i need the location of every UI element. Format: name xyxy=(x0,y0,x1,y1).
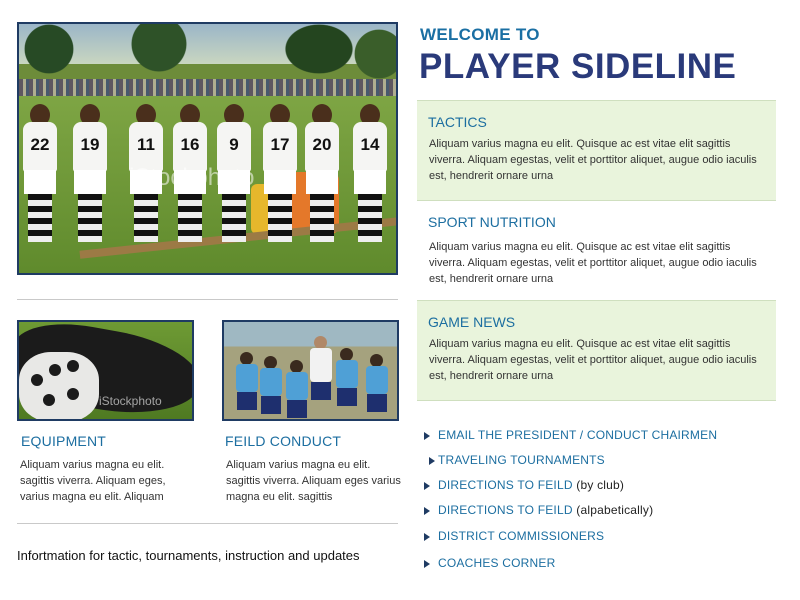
panel-game-news: GAME NEWS Aliquam varius magna eu elit. … xyxy=(417,300,776,401)
link-district-commissioners[interactable]: DISTRICT COMMISSIONERS xyxy=(424,529,604,543)
panel-title[interactable]: SPORT NUTRITION xyxy=(428,214,556,230)
link-note: (by club) xyxy=(576,478,625,492)
feild-conduct-photo[interactable] xyxy=(222,320,399,421)
arrow-right-icon xyxy=(424,481,430,490)
arrow-right-icon xyxy=(424,431,430,440)
jersey-number: 17 xyxy=(263,122,297,172)
watermark: iStockphoto xyxy=(129,164,255,191)
divider xyxy=(17,523,398,524)
panel-title[interactable]: GAME NEWS xyxy=(428,314,515,330)
jersey-number: 14 xyxy=(353,122,387,172)
link-directions-by-club[interactable]: DIRECTIONS TO FEILD (by club) xyxy=(424,478,624,492)
cleat-sole xyxy=(19,352,99,419)
panel-text: Aliquam varius magna eu elit. Quisque ac… xyxy=(429,241,757,285)
panel-title[interactable]: TACTICS xyxy=(428,114,487,130)
link-directions-alphabetically[interactable]: DIRECTIONS TO FEILD (alpabetically) xyxy=(424,503,653,517)
hero-photo: 22 19 11 16 9 17 20 14 iStockphoto xyxy=(17,22,398,275)
jersey-number: 22 xyxy=(23,122,57,172)
link-coaches-corner[interactable]: COACHES CORNER xyxy=(424,556,555,570)
equipment-photo[interactable]: iStockphoto xyxy=(17,320,194,421)
link-traveling-tournaments[interactable]: TRAVELING TOURNAMENTS xyxy=(429,453,605,467)
feild-conduct-text: Aliquam varius magna eu elit. sagittis v… xyxy=(226,459,401,503)
equipment-text: Aliquam varius magna eu elit. sagittis v… xyxy=(20,459,166,503)
link-label[interactable]: EMAIL THE PRESIDENT / CONDUCT CHAIRMEN xyxy=(438,428,717,442)
link-label[interactable]: TRAVELING TOURNAMENTS xyxy=(438,453,605,467)
link-label[interactable]: DISTRICT COMMISSIONERS xyxy=(438,529,604,543)
arrow-right-icon xyxy=(424,506,430,515)
jersey-number: 19 xyxy=(73,122,107,172)
equipment-title[interactable]: EQUIPMENT xyxy=(21,433,106,449)
panel-sport-nutrition: SPORT NUTRITION Aliquam varius magna eu … xyxy=(417,201,776,300)
jersey-number: 20 xyxy=(305,122,339,172)
welcome-heading: WELCOME TO xyxy=(420,25,540,44)
link-label[interactable]: DIRECTIONS TO FEILD xyxy=(438,503,573,517)
watermark: iStockphoto xyxy=(99,394,162,408)
arrow-right-icon xyxy=(424,559,430,568)
feild-conduct-title[interactable]: FEILD CONDUCT xyxy=(225,433,341,449)
divider xyxy=(17,299,398,300)
panel-text: Aliquam varius magna eu elit. Quisque ac… xyxy=(429,338,757,382)
link-label[interactable]: DIRECTIONS TO FEILD xyxy=(438,478,573,492)
page-title: PLAYER SIDELINE xyxy=(419,47,737,86)
arrow-right-icon xyxy=(429,456,435,465)
link-note: (alpabetically) xyxy=(576,503,654,517)
arrow-right-icon xyxy=(424,532,430,541)
footer-text: Infortmation for tactic, tournaments, in… xyxy=(17,548,360,563)
panel-tactics: TACTICS Aliquam varius magna eu elit. Qu… xyxy=(417,100,776,201)
panel-text: Aliquam varius magna eu elit. Quisque ac… xyxy=(429,138,757,182)
link-email-president[interactable]: EMAIL THE PRESIDENT / CONDUCT CHAIRMEN xyxy=(424,428,717,442)
link-label[interactable]: COACHES CORNER xyxy=(438,556,555,570)
